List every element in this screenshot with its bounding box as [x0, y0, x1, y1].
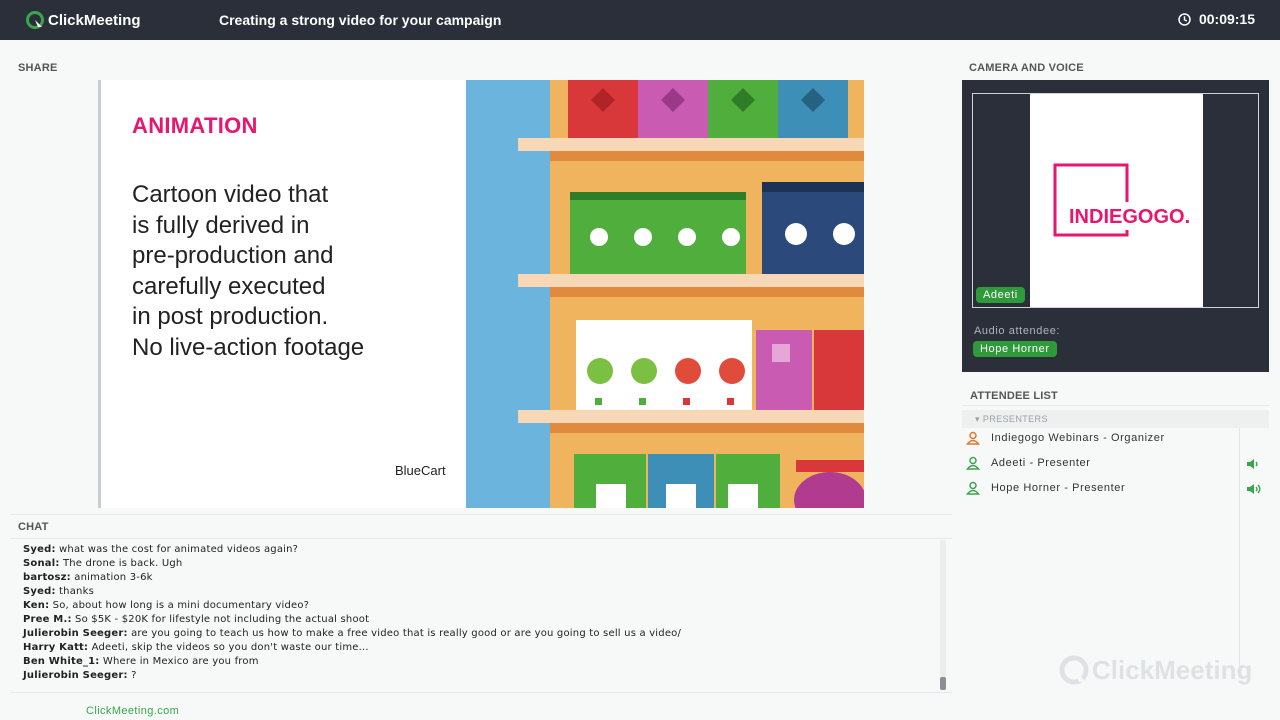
- chat-text: So, about how long is a mini documentary…: [49, 600, 310, 611]
- chat-text: are you going to teach us how to make a …: [127, 628, 682, 639]
- video-frame: INDIEGOGO.: [1030, 94, 1203, 307]
- chat-author: Harry Katt:: [23, 642, 89, 653]
- speaker-high-icon[interactable]: [1246, 483, 1262, 495]
- presenter-person-icon: [966, 456, 980, 470]
- chat-author: bartosz:: [23, 572, 71, 583]
- chat-author: Syed:: [23, 544, 56, 555]
- clickmeeting-logo: ClickMeeting: [26, 11, 141, 29]
- chat-text: Adeeti, skip the videos so you don't was…: [88, 642, 369, 653]
- attendee-list-label: ATTENDEE LIST: [970, 390, 1058, 402]
- svg-text:INDIEGOGO.: INDIEGOGO.: [1069, 206, 1190, 228]
- shared-slide: ANIMATION Cartoon video that is fully de…: [98, 80, 864, 508]
- slide-line: pre-production and: [132, 242, 334, 269]
- audio-attendee-badge: Hope Horner: [973, 341, 1057, 357]
- camera-label: CAMERA AND VOICE: [969, 62, 1084, 74]
- chat-message: Harry Katt: Adeeti, skip the videos so y…: [23, 641, 923, 655]
- chat-message: Julierobin Seeger: ?: [23, 669, 923, 683]
- attendee-row[interactable]: Hope Horner - Presenter: [966, 477, 1240, 499]
- chat-scroll-thumb[interactable]: [940, 677, 946, 690]
- clock-icon: [1178, 12, 1191, 26]
- organizer-person-icon: [966, 431, 980, 445]
- clickmeeting-logo-icon: [26, 11, 44, 29]
- attendee-name: Indiegogo Webinars - Organizer: [991, 432, 1165, 444]
- chat-message: Julierobin Seeger: are you going to teac…: [23, 627, 923, 641]
- slide-line: No live-action footage: [132, 333, 365, 361]
- clickmeeting-link[interactable]: ClickMeeting.com: [86, 705, 179, 717]
- indiegogo-logo: INDIEGOGO.: [1053, 163, 1198, 237]
- share-label: SHARE: [18, 62, 58, 74]
- caret-down-icon: ▾: [975, 414, 983, 424]
- chat-message: bartosz: animation 3-6k: [23, 571, 923, 585]
- slide-body: Cartoon video that is fully derived in p…: [132, 180, 452, 363]
- divider: [10, 514, 952, 515]
- chat-message: Syed: thanks: [23, 585, 923, 599]
- attendee-name: Adeeti - Presenter: [991, 457, 1091, 469]
- chat-text: ?: [127, 670, 137, 681]
- chat-author: Pree M.:: [23, 614, 72, 625]
- presenters-group-label: PRESENTERS: [982, 414, 1048, 424]
- audio-attendee-label: Audio attendee:: [974, 325, 1061, 337]
- slide-heading: ANIMATION: [132, 113, 258, 138]
- clickmeeting-watermark-icon: [1059, 655, 1089, 685]
- chat-author: Ken:: [23, 600, 50, 611]
- webinar-title: Creating a strong video for your campaig…: [219, 12, 502, 28]
- chat-author: Julierobin Seeger:: [23, 628, 128, 639]
- speaker-low-icon[interactable]: [1246, 458, 1262, 470]
- chat-message: Ben White_1: Where in Mexico are you fro…: [23, 655, 923, 669]
- chat-message: Sonal: The drone is back. Ugh: [23, 557, 923, 571]
- chat-text: what was the cost for animated videos ag…: [55, 544, 299, 555]
- chat-text: Where in Mexico are you from: [99, 656, 259, 667]
- clickmeeting-watermark: ClickMeeting: [1058, 654, 1252, 686]
- attendee-row[interactable]: Indiegogo Webinars - Organizer: [966, 427, 1240, 449]
- attendee-row[interactable]: Adeeti - Presenter: [966, 452, 1240, 474]
- top-bar: ClickMeeting Creating a strong video for…: [0, 0, 1280, 40]
- chat-author: Ben White_1:: [23, 656, 100, 667]
- chat-text: animation 3-6k: [70, 572, 153, 583]
- divider: [10, 692, 952, 693]
- chat-author: Julierobin Seeger:: [23, 670, 128, 681]
- slide-line: is fully derived in: [132, 211, 310, 239]
- slide-credit: BlueCart: [395, 463, 446, 478]
- session-timer: 00:09:15: [1178, 11, 1255, 27]
- attendee-name: Hope Horner - Presenter: [991, 482, 1126, 494]
- watermark-text: ClickMeeting: [1092, 654, 1253, 685]
- divider: [962, 405, 1269, 406]
- slide-line: carefully executed: [132, 272, 326, 300]
- chat-message: Syed: what was the cost for animated vid…: [23, 543, 923, 557]
- slide-line: in post production.: [132, 303, 329, 330]
- timer-value: 00:09:15: [1198, 11, 1255, 27]
- chat-label: CHAT: [18, 521, 49, 533]
- slide-line: Cartoon video that: [132, 181, 329, 208]
- chat-text: The drone is back. Ugh: [59, 558, 183, 569]
- presenter-person-icon: [966, 481, 980, 495]
- grocery-shelf-illustration: [466, 80, 864, 508]
- presenters-group-header[interactable]: ▾ PRESENTERS: [962, 410, 1269, 428]
- chat-text: thanks: [55, 586, 94, 597]
- chat-scrollbar[interactable]: [940, 540, 946, 690]
- chat-author: Syed:: [23, 586, 56, 597]
- chat-messages: Syed: what was the cost for animated vid…: [23, 543, 923, 683]
- brand-name: ClickMeeting: [48, 11, 141, 29]
- chat-author: Sonal:: [23, 558, 60, 569]
- chat-message: Pree M.: So $5K - $20K for lifestyle not…: [23, 613, 923, 627]
- chat-message: Ken: So, about how long is a mini docume…: [23, 599, 923, 613]
- speaker-badge: Adeeti: [976, 287, 1025, 303]
- chat-text: So $5K - $20K for lifestyle not includin…: [71, 614, 370, 625]
